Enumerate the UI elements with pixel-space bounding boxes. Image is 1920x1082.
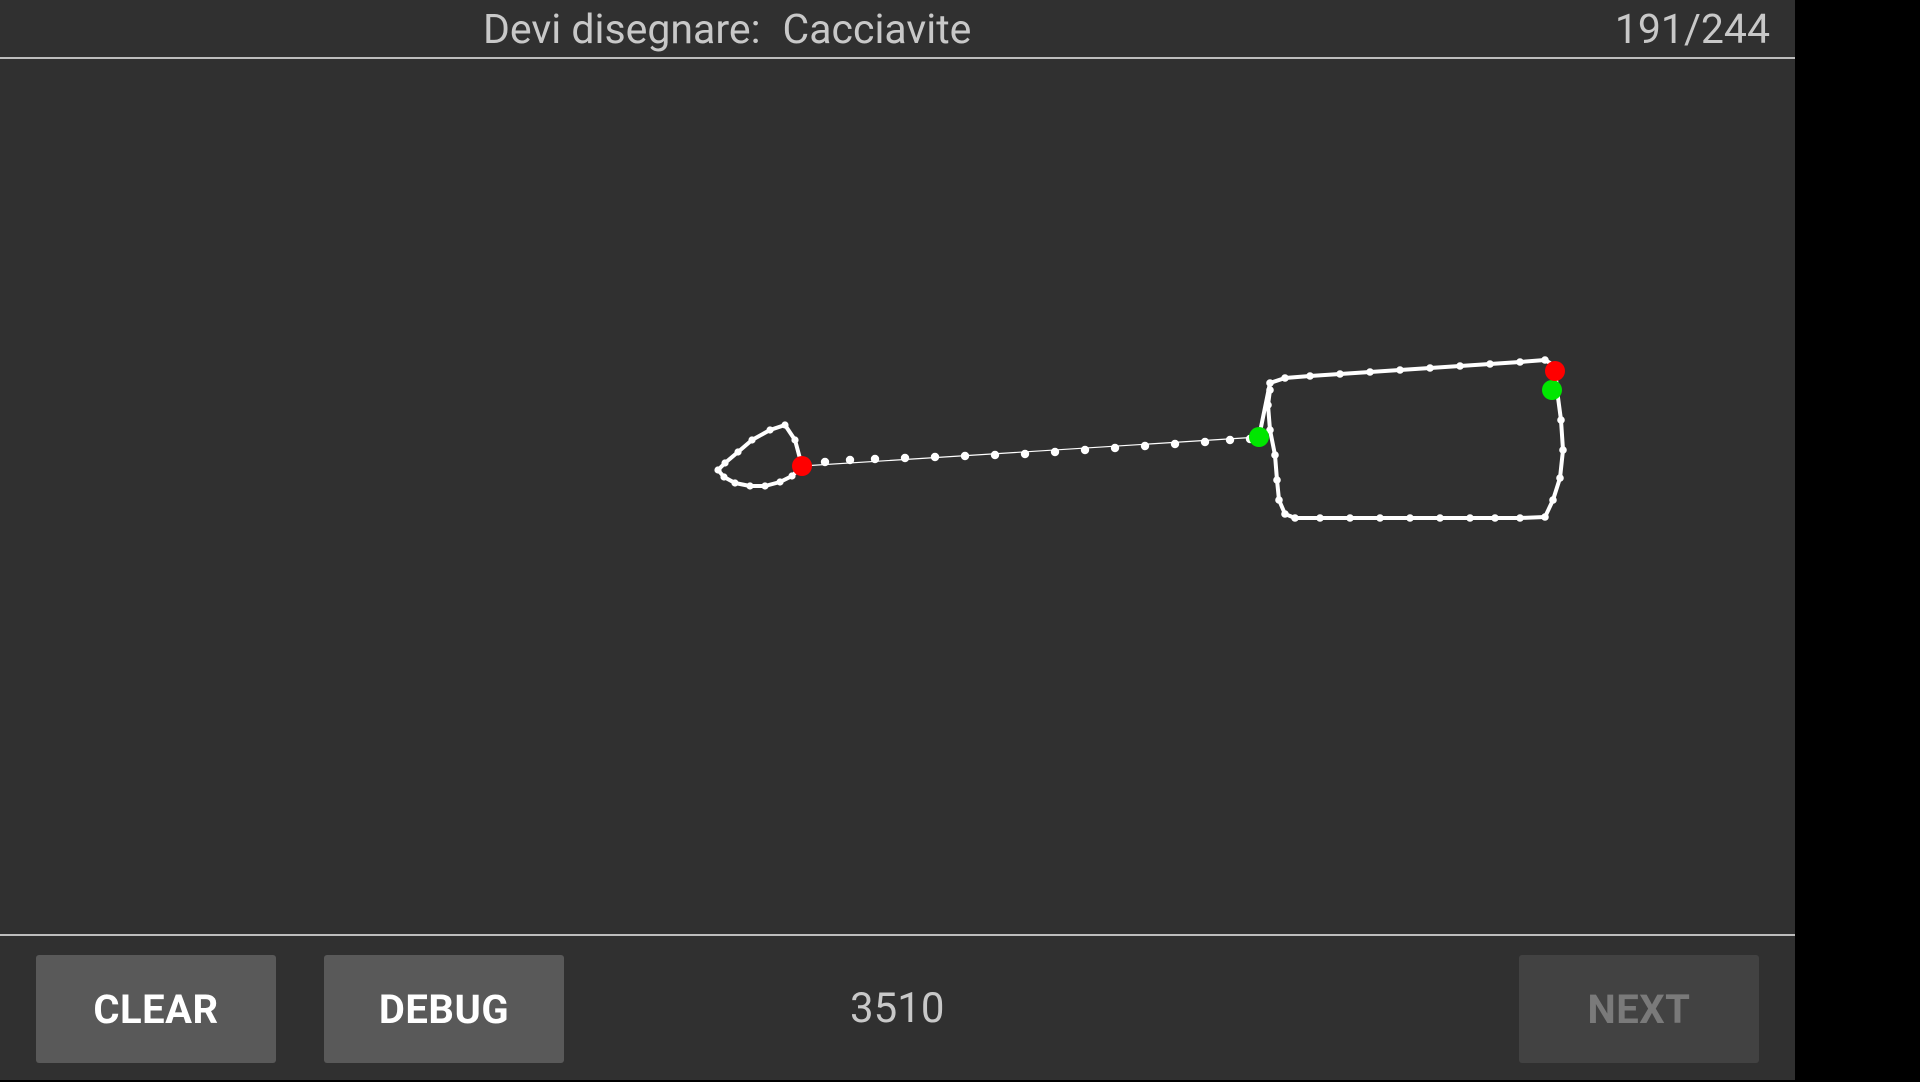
stroke-point — [1436, 514, 1444, 522]
stroke-point — [1140, 441, 1150, 451]
stroke-point — [870, 454, 880, 464]
stroke-point — [1557, 416, 1565, 424]
drawing-prompt: Devi disegnare: Cacciavite — [483, 5, 971, 55]
stroke-point — [900, 453, 910, 463]
stroke-point — [1456, 362, 1464, 370]
stroke-point — [1541, 356, 1549, 364]
stroke-point — [1336, 370, 1344, 378]
stroke-point — [792, 456, 812, 476]
stroke-point — [1110, 443, 1120, 453]
stroke-point — [1516, 514, 1524, 522]
stroke-point — [1346, 514, 1354, 522]
stroke-point — [1264, 401, 1272, 409]
drawing-canvas[interactable] — [0, 59, 1795, 934]
next-button[interactable]: NEXT — [1519, 955, 1759, 1063]
drawing-surface[interactable] — [0, 59, 1795, 934]
target-word: Cacciavite — [782, 6, 972, 54]
stroke-point — [820, 457, 830, 467]
stroke-point — [1306, 372, 1314, 380]
stroke-point — [1273, 476, 1281, 484]
stroke-point — [1281, 510, 1289, 518]
stroke-point — [990, 450, 1000, 460]
stroke-point — [1541, 513, 1549, 521]
stroke-point — [1200, 437, 1210, 447]
score-value: 3510 — [850, 984, 945, 1033]
stroke-point — [1275, 496, 1283, 504]
stroke-point — [1486, 360, 1494, 368]
stroke-point — [734, 448, 742, 456]
stroke-point — [1545, 361, 1565, 381]
stroke-point — [721, 459, 729, 467]
stroke-point — [845, 455, 855, 465]
stroke-point — [761, 482, 769, 490]
stroke-point — [1050, 447, 1060, 457]
stroke-point — [1316, 514, 1324, 522]
stroke-point — [1020, 449, 1030, 459]
stroke-point — [1426, 364, 1434, 372]
stroke-point — [746, 482, 754, 490]
stroke-point — [1491, 514, 1499, 522]
stroke-point — [1271, 451, 1279, 459]
stroke-point — [1080, 445, 1090, 455]
stroke-point — [1291, 514, 1299, 522]
stroke-point — [1556, 474, 1564, 482]
stroke-point — [1225, 435, 1235, 445]
stroke-point — [791, 436, 799, 444]
stroke-point — [1542, 380, 1562, 400]
stroke-point — [1170, 439, 1180, 449]
stroke-point — [960, 451, 970, 461]
stroke-point — [1266, 379, 1274, 387]
clear-button[interactable]: CLEAR — [36, 955, 276, 1063]
prompt-label: Devi disegnare: — [483, 6, 761, 54]
stroke-point — [1249, 427, 1269, 447]
stroke-point — [1516, 358, 1524, 366]
stroke-point — [1376, 514, 1384, 522]
footer-bar: CLEAR DEBUG 3510 NEXT — [0, 934, 1795, 1082]
debug-button[interactable]: DEBUG — [324, 955, 564, 1063]
stroke-point — [748, 436, 756, 444]
stroke-point — [930, 452, 940, 462]
stroke-point — [1406, 514, 1414, 522]
stroke-point — [788, 472, 796, 480]
stroke-point — [1281, 374, 1289, 382]
stroke-point — [1559, 446, 1567, 454]
stroke-line — [1257, 358, 1565, 520]
stroke-point — [1466, 514, 1474, 522]
stroke-point — [1366, 368, 1374, 376]
stroke-point — [720, 473, 728, 481]
stroke-point — [766, 426, 774, 434]
stroke-point — [1396, 366, 1404, 374]
progress-counter: 191/244 — [1614, 6, 1770, 54]
stroke-line — [801, 436, 1260, 467]
header-bar: Devi disegnare: Cacciavite 191/244 — [0, 0, 1795, 59]
stroke-point — [714, 466, 722, 474]
stroke-point — [776, 478, 784, 486]
app-window: Devi disegnare: Cacciavite 191/244 CLEAR … — [0, 0, 1795, 1080]
stroke-point — [1266, 386, 1274, 394]
stroke-point — [731, 479, 739, 487]
stroke-point — [781, 421, 789, 429]
stroke-point — [1549, 496, 1557, 504]
